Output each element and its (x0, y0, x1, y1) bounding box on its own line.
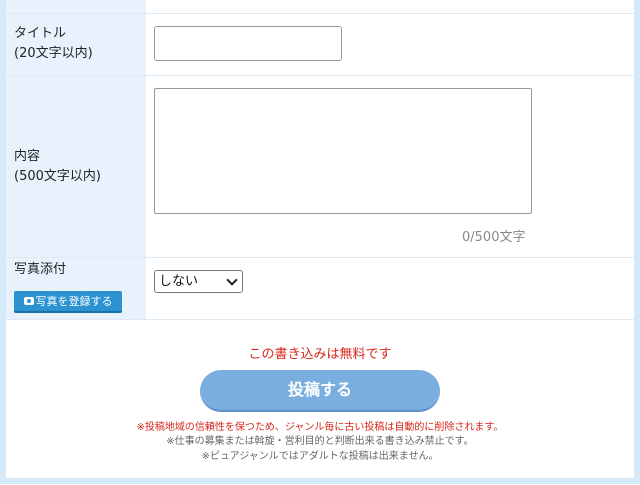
title-label: タイトル (20文字以内) (14, 24, 93, 64)
photo-select-value: しない (159, 274, 199, 289)
photo-upload-button[interactable]: 写真を登録する (14, 291, 122, 313)
content-label: 内容 (500文字以内) (14, 147, 101, 187)
photo-attach-select[interactable]: しない (154, 270, 243, 293)
chevron-down-icon (226, 274, 238, 286)
content-label-line1: 内容 (14, 149, 41, 164)
photo-label-cell: 写真添付 写真を登録する (6, 258, 146, 319)
notice-no-adult: ※ピュアジャンルではアダルトな投稿は出来ません。 (201, 451, 439, 462)
notice-auto-delete: ※投稿地域の信頼性を保つため、ジャンル毎に古い投稿は自動的に削除されます。 (136, 422, 504, 433)
content-label-line2: (500文字以内) (14, 169, 101, 184)
post-form-frame: タイトル (20文字以内) 内容 (500文字以内) 0/500文字 写真添付 … (0, 0, 640, 484)
char-count: 0/500文字 (462, 230, 526, 245)
title-label-line1: タイトル (14, 26, 67, 41)
photo-upload-label: 写真を登録する (35, 295, 113, 308)
notice-no-recruiting: ※仕事の募集または斡旋・営利目的と判断出来る書き込み禁止です。 (166, 436, 474, 447)
camera-icon (23, 297, 34, 305)
top-label-cell (6, 0, 146, 13)
photo-label: 写真添付 (14, 262, 67, 277)
photo-row: 写真添付 写真を登録する しない (6, 258, 634, 320)
content-row: 内容 (500文字以内) 0/500文字 (6, 76, 634, 258)
free-note: この書き込みは無料です (248, 347, 392, 362)
title-label-cell: タイトル (20文字以内) (6, 14, 146, 75)
content-textarea[interactable] (154, 88, 532, 214)
title-label-line2: (20文字以内) (14, 46, 93, 61)
submit-button[interactable]: 投稿する (200, 370, 440, 412)
title-input[interactable] (154, 26, 342, 61)
form-top-row (6, 0, 634, 14)
title-row: タイトル (20文字以内) (6, 14, 634, 76)
content-label-cell: 内容 (500文字以内) (6, 76, 146, 257)
